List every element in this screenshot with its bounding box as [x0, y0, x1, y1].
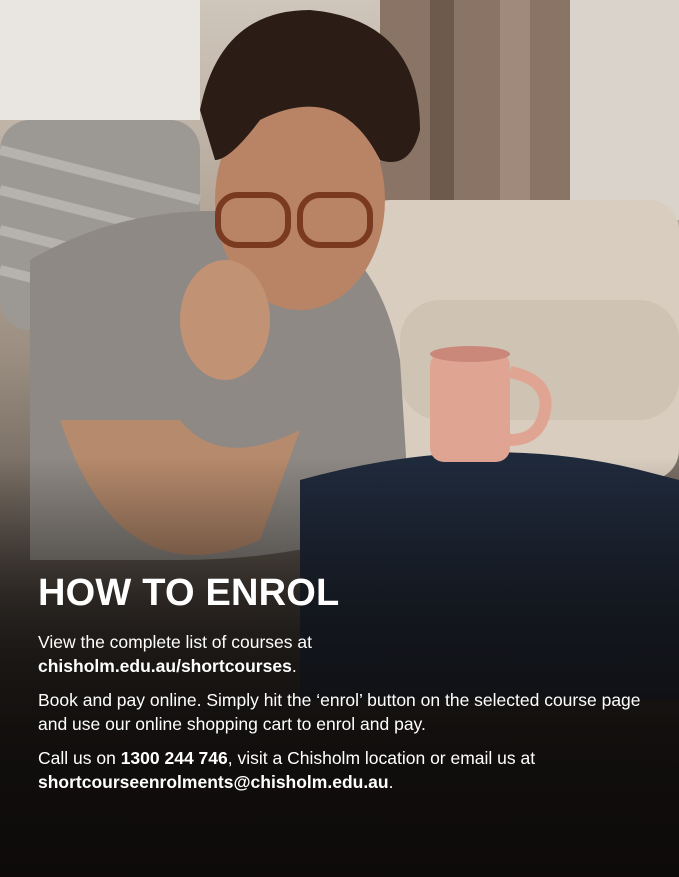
contact-mid: , visit a Chisholm location or email us … — [227, 748, 536, 768]
online-paragraph: Book and pay online. Simply hit the ‘enr… — [38, 690, 641, 734]
courses-end: . — [291, 656, 297, 676]
courses-intro: View the complete list of courses at — [38, 632, 312, 652]
enrol-info: HOW TO ENROL View the complete list of c… — [38, 574, 648, 804]
email-link[interactable]: shortcourseenrolments@chisholm.edu.au — [38, 772, 389, 792]
contact-end: . — [388, 772, 394, 792]
contact-paragraph: Call us on 1300 244 746, visit a Chishol… — [38, 746, 648, 794]
courses-paragraph: View the complete list of courses at chi… — [38, 630, 648, 678]
courses-link[interactable]: chisholm.edu.au/shortcourses — [38, 656, 292, 676]
page-title: HOW TO ENROL — [38, 572, 340, 614]
contact-pre-phone: Call us on — [38, 748, 116, 768]
enrol-page: HOW TO ENROL View the complete list of c… — [0, 0, 679, 877]
phone-number[interactable]: 1300 244 746 — [121, 748, 228, 768]
